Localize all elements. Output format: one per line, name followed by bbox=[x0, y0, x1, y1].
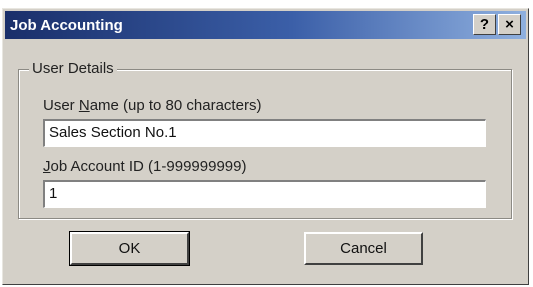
job-account-id-label-suffix: ob Account ID (1-999999999) bbox=[50, 158, 247, 175]
job-account-id-label: Job Account ID (1-999999999) bbox=[43, 158, 246, 175]
title-bar[interactable]: Job Accounting ? × bbox=[5, 11, 526, 39]
user-details-group-label: User Details bbox=[29, 60, 117, 77]
user-name-label-suffix: ame (up to 80 characters) bbox=[89, 97, 262, 114]
job-account-id-input[interactable]: 1 bbox=[43, 180, 486, 208]
dialog-title: Job Accounting bbox=[10, 16, 123, 34]
help-button[interactable]: ? bbox=[473, 14, 496, 35]
close-button[interactable]: × bbox=[498, 14, 521, 35]
user-name-label-accelerator: N bbox=[78, 97, 90, 114]
cancel-button[interactable]: Cancel bbox=[304, 232, 423, 265]
user-name-input[interactable]: Sales Section No.1 bbox=[43, 119, 486, 147]
ok-button[interactable]: OK bbox=[69, 231, 190, 266]
user-name-label-prefix: User bbox=[43, 97, 79, 114]
user-name-label: User Name (up to 80 characters) bbox=[43, 97, 261, 114]
user-details-group: User Details User Name (up to 80 charact… bbox=[18, 60, 512, 219]
job-account-id-label-accelerator: J bbox=[43, 158, 51, 175]
job-accounting-dialog: Job Accounting ? × User Details User Nam… bbox=[2, 8, 529, 285]
